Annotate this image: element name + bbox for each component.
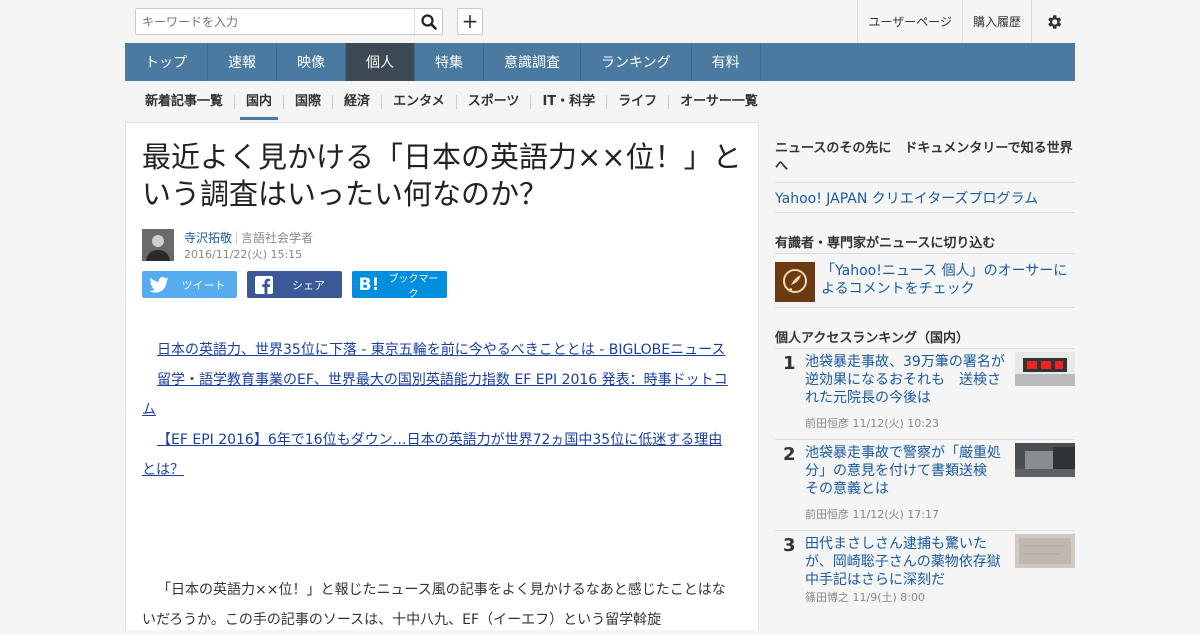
ranking-author: 前田恒彦	[805, 417, 849, 430]
plus-icon: +	[461, 9, 479, 33]
purchase-history-link[interactable]: 購入履歴	[961, 0, 1031, 43]
ranking-number: 2	[783, 444, 796, 465]
ranking-thumbnail[interactable]	[1015, 443, 1075, 477]
ranking-author: 篠田博之	[805, 591, 849, 604]
ranking-meta: 前田恒彦 11/12(火) 17:17	[805, 506, 939, 522]
ranking-author: 前田恒彦	[805, 508, 849, 521]
expert-link[interactable]: 「Yahoo!ニュース 個人」のオーサーによるコメントをチェック	[821, 262, 1071, 298]
expert-promo[interactable]: 「Yahoo!ニュース 個人」のオーサーによるコメントをチェック	[775, 253, 1075, 308]
twitter-bird-icon	[148, 276, 170, 294]
promo-section: ニュースのその先に ドキュメンタリーで知る世界へ	[775, 140, 1075, 176]
ranking-meta: 篠田博之 11/9(土) 8:00	[805, 589, 925, 605]
ranking-number: 1	[783, 353, 796, 374]
ranking-meta: 前田恒彦 11/12(火) 10:23	[805, 415, 939, 431]
nav-item-feature[interactable]: 特集	[415, 43, 484, 81]
nav-item-individual[interactable]: 個人	[346, 43, 415, 81]
facebook-icon	[253, 275, 275, 294]
nav-item-top[interactable]: トップ	[125, 43, 208, 81]
subnav-item-authors[interactable]: オーサー一覧	[668, 94, 769, 109]
ranking-title[interactable]: 池袋暴走事故で警察が「厳重処分」の意見を付けて書類送検 その意義とは	[805, 444, 1005, 498]
share-buttons: ツイート シェア B! ブックマーク	[142, 271, 447, 300]
search-box	[135, 8, 443, 35]
hatena-bookmark-button[interactable]: B! ブックマーク	[352, 271, 447, 300]
facebook-share-button[interactable]: シェア	[247, 271, 342, 298]
ranking-thumbnail[interactable]	[1015, 352, 1075, 386]
ranking-date: 11/9(土) 8:00	[852, 591, 925, 604]
article-title: 最近よく見かける「日本の英語力××位！」という調査はいったい何なのか？	[142, 140, 742, 211]
subnav-item-entertainment[interactable]: エンタメ	[381, 94, 456, 109]
nav-item-paid[interactable]: 有料	[692, 43, 761, 81]
search-icon	[420, 13, 437, 30]
author-role: 言語社会学者	[236, 231, 314, 245]
main-nav: トップ 速報 映像 個人 特集 意識調査 ランキング 有料	[125, 43, 1075, 81]
author-avatar[interactable]	[142, 229, 174, 261]
related-links: 日本の英語力、世界35位に下落 - 東京五輪を前に今やるべきこととは - BIG…	[142, 335, 734, 485]
comment-feather-icon	[775, 262, 815, 302]
ranking-title[interactable]: 池袋暴走事故、39万筆の署名が逆効果になるおそれも 送検された元院長の今後は	[805, 353, 1005, 407]
author-name-link[interactable]: 寺沢拓敬	[184, 231, 232, 245]
user-page-link[interactable]: ユーザーページ	[857, 0, 962, 43]
ranking-date: 11/12(火) 10:23	[852, 417, 939, 430]
add-button[interactable]: +	[457, 8, 483, 35]
search-input[interactable]	[136, 9, 416, 34]
nav-item-video[interactable]: 映像	[277, 43, 346, 81]
subnav-item-latest[interactable]: 新着記事一覧	[125, 94, 234, 109]
ranking-item[interactable]: 3 田代まさしさん逮捕も驚いたが、岡崎聡子さんの薬物依存獄中手記はさらに深刻だ …	[775, 530, 1075, 630]
article-date: 2016/11/22(火) 15:15	[184, 248, 303, 261]
article-main: 最近よく見かける「日本の英語力××位！」という調査はいったい何なのか？ 寺沢拓敬…	[125, 122, 759, 630]
creators-program-link[interactable]: Yahoo! JAPAN クリエイターズプログラム	[775, 182, 1075, 213]
top-bar: + ユーザーページ 購入履歴	[125, 0, 1075, 43]
ranking-item[interactable]: 2 池袋暴走事故で警察が「厳重処分」の意見を付けて書類送検 その意義とは 前田恒…	[775, 439, 1075, 530]
facebook-share-label: シェア	[292, 278, 325, 292]
nav-item-ranking[interactable]: ランキング	[581, 43, 692, 81]
settings-button[interactable]	[1031, 0, 1075, 43]
nav-item-survey[interactable]: 意識調査	[484, 43, 581, 81]
gear-icon	[1047, 14, 1061, 29]
ranking-number: 3	[783, 535, 796, 556]
person-icon	[142, 229, 174, 261]
ranking-title[interactable]: 田代まさしさん逮捕も驚いたが、岡崎聡子さんの薬物依存獄中手記はさらに深刻だ	[805, 535, 1005, 589]
twitter-share-button[interactable]: ツイート	[142, 271, 237, 298]
article-body-paragraph: 「日本の英語力××位！」と報じたニュース風の記事をよく見かけるなあと感じたことは…	[142, 582, 726, 628]
hatena-b-icon: B!	[358, 274, 380, 295]
subnav-item-domestic[interactable]: 国内	[234, 94, 283, 120]
subnav-item-international[interactable]: 国際	[283, 94, 332, 109]
related-link[interactable]: 留学・語学教育事業のEF、世界最大の国別英語能力指数 EF EPI 2016 発…	[142, 365, 734, 425]
hatena-bookmark-label: ブックマーク	[388, 273, 439, 300]
ranking-heading: 個人アクセスランキング（国内）	[775, 331, 969, 346]
author-line: 寺沢拓敬 言語社会学者	[184, 229, 314, 246]
promo-heading: ニュースのその先に ドキュメンタリーで知る世界へ	[775, 141, 1073, 174]
expert-heading: 有識者・専門家がニュースに切り込む	[775, 236, 996, 251]
sidebar: ニュースのその先に ドキュメンタリーで知る世界へ Yahoo! JAPAN クリ…	[759, 122, 1075, 630]
search-button[interactable]	[414, 9, 442, 34]
subnav-item-economy[interactable]: 経済	[332, 94, 381, 109]
sub-nav: 新着記事一覧 国内 国際 経済 エンタメ スポーツ IT・科学 ライフ オーサー…	[125, 81, 1075, 122]
related-link[interactable]: 日本の英語力、世界35位に下落 - 東京五輪を前に今やるべきこととは - BIG…	[142, 335, 734, 365]
twitter-share-label: ツイート	[181, 278, 226, 292]
subnav-item-it-science[interactable]: IT・科学	[530, 94, 606, 109]
top-links: ユーザーページ 購入履歴	[857, 0, 1075, 43]
ranking-item[interactable]: 1 池袋暴走事故、39万筆の署名が逆効果になるおそれも 送検された元院長の今後は…	[775, 348, 1075, 439]
subnav-item-sports[interactable]: スポーツ	[455, 94, 531, 109]
subnav-item-life[interactable]: ライフ	[606, 94, 668, 109]
ranking-thumbnail[interactable]	[1015, 534, 1075, 568]
related-link[interactable]: 【EF EPI 2016】6年で16位もダウン…日本の英語力が世界72ヵ国中35…	[142, 425, 734, 485]
ranking-date: 11/12(火) 17:17	[852, 508, 939, 521]
nav-item-breaking[interactable]: 速報	[208, 43, 277, 81]
